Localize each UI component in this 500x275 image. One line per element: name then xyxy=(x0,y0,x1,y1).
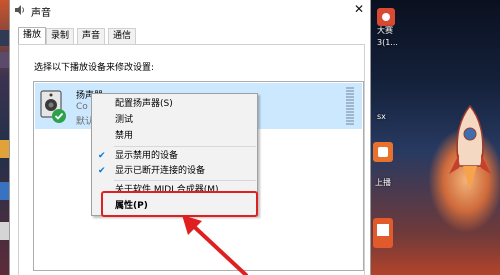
desktop-icon-label: sx xyxy=(377,112,386,121)
title-bar[interactable]: 声音 ✕ xyxy=(10,0,370,20)
window-title: 声音 xyxy=(31,8,51,19)
menu-item-show-disconnected[interactable]: 显示已断开连接的设备 xyxy=(115,165,205,177)
close-button[interactable]: ✕ xyxy=(350,1,368,18)
tab-playback[interactable]: 播放 xyxy=(18,27,47,44)
tab-communications[interactable]: 通信 xyxy=(108,28,137,44)
volume-level-meter xyxy=(346,87,354,125)
tab-sounds[interactable]: 声音 xyxy=(77,28,106,44)
sound-dialog: 声音 ✕ 播放 录制 声音 通信 选择以下播放设备来修改设置: 扬声器 Co 默… xyxy=(9,0,371,275)
desktop-app-icon[interactable] xyxy=(377,8,395,26)
desktop-icon-label: 3(1... xyxy=(377,38,398,47)
tab-recording[interactable]: 录制 xyxy=(46,28,75,44)
desktop-icon-partial[interactable] xyxy=(0,52,9,68)
desktop-right: 大赛 3(1... sx 上播 xyxy=(371,0,500,275)
menu-item-show-disabled[interactable]: 显示禁用的设备 xyxy=(115,150,178,162)
menu-separator xyxy=(114,146,256,147)
desktop-icon-partial[interactable] xyxy=(0,140,9,158)
instruction-text: 选择以下播放设备来修改设置: xyxy=(34,63,155,73)
green-check-icon xyxy=(52,109,66,123)
desktop-icon-label: 上播 xyxy=(375,178,391,187)
rocket-wallpaper-icon xyxy=(449,104,491,190)
device-description: Co xyxy=(76,102,88,112)
desktop-icon-label: 大赛 xyxy=(377,26,393,35)
speaker-icon xyxy=(15,5,24,15)
checkmark-icon: ✔ xyxy=(98,151,106,161)
desktop-app-icon[interactable] xyxy=(373,142,393,162)
desktop-left-strip xyxy=(0,0,9,275)
menu-item-configure-speakers[interactable]: 配置扬声器(S) xyxy=(115,98,173,110)
desktop-icon-partial[interactable] xyxy=(0,30,9,46)
annotation-arrow-icon xyxy=(182,215,248,275)
menu-item-test[interactable]: 测试 xyxy=(115,114,133,126)
desktop-icon-partial[interactable] xyxy=(0,222,9,240)
checkmark-icon: ✔ xyxy=(98,166,106,176)
speaker-device-icon xyxy=(40,90,66,123)
menu-separator xyxy=(114,180,256,181)
desktop-icon-partial[interactable] xyxy=(0,182,9,200)
desktop-app-icon[interactable] xyxy=(373,218,393,248)
menu-item-disable[interactable]: 禁用 xyxy=(115,130,133,142)
